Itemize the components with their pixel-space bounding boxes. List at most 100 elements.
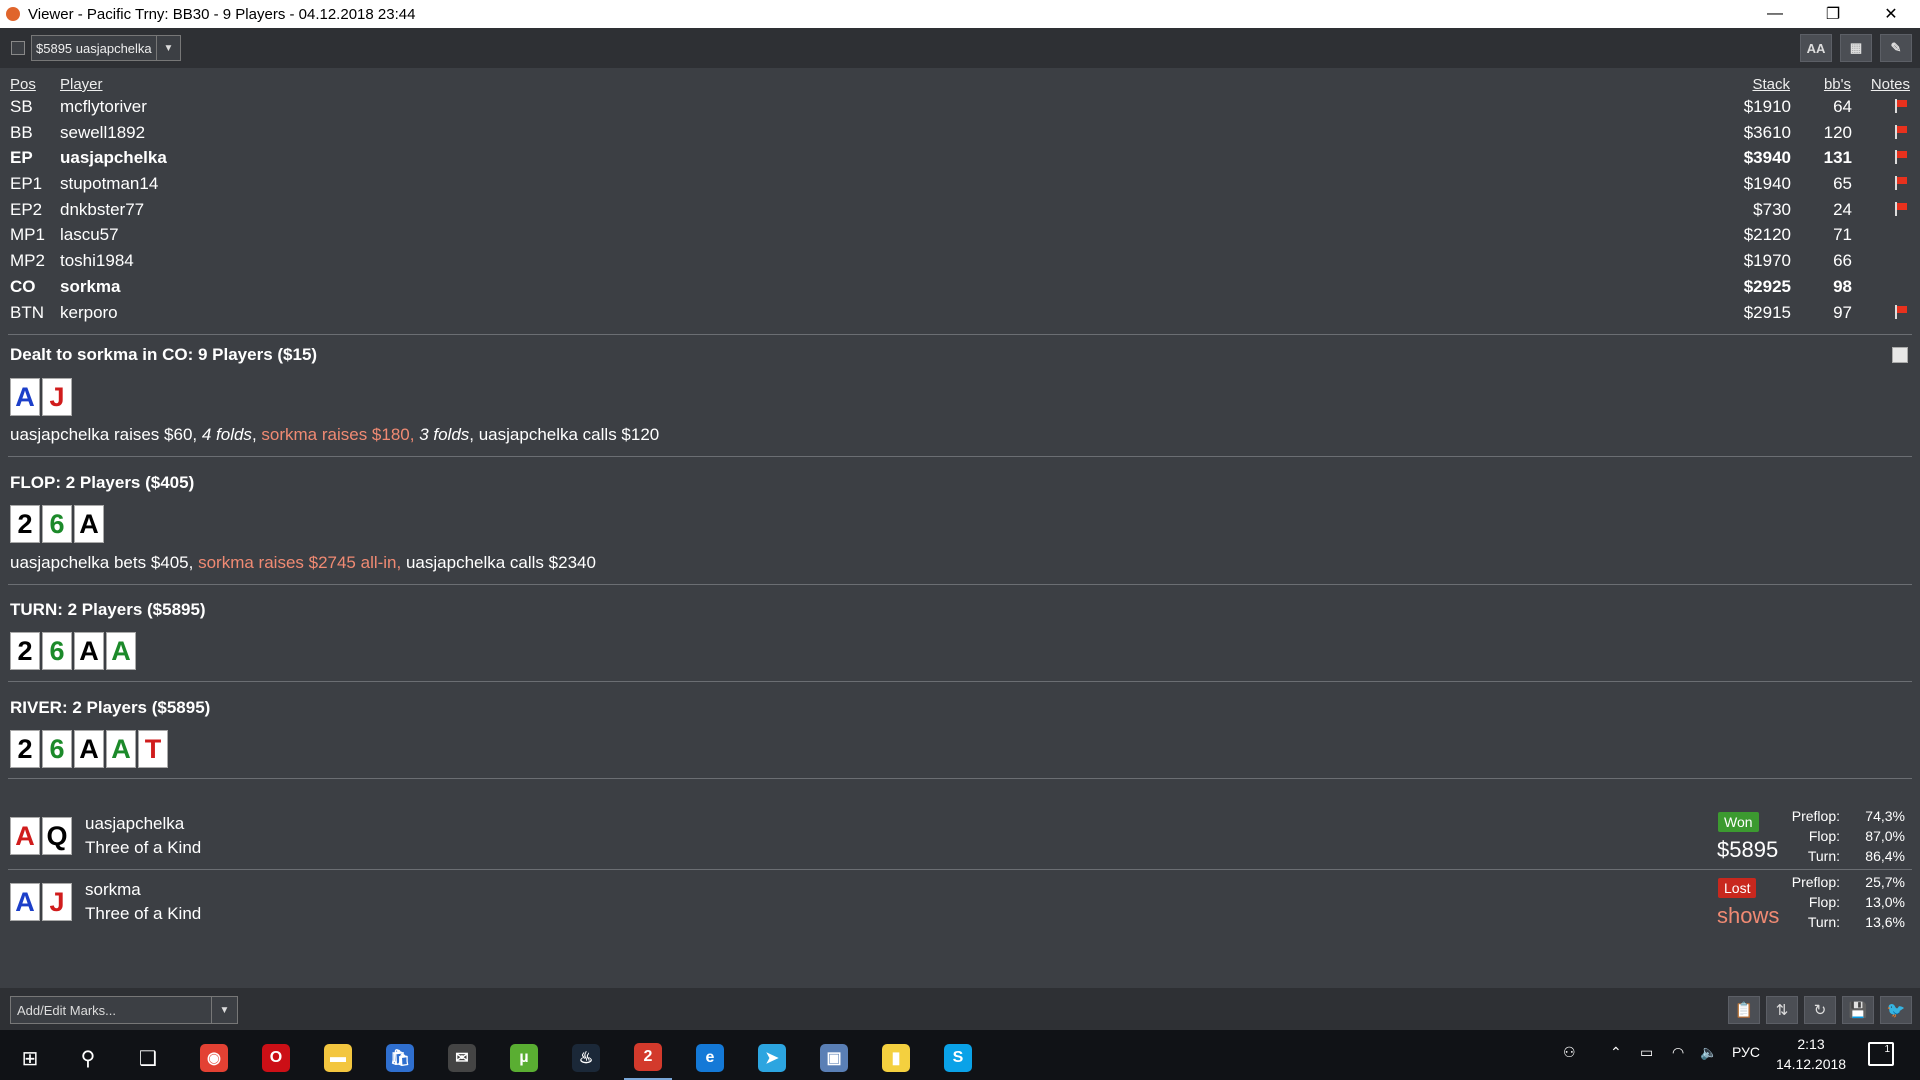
maximize-button[interactable]: ❐ xyxy=(1804,0,1862,28)
grid-view-button[interactable]: ▦ xyxy=(1840,34,1872,62)
player-stack: $2120 xyxy=(1743,225,1791,245)
player-name[interactable]: stupotman14 xyxy=(60,174,158,194)
showdown-player-name[interactable]: uasjapchelka xyxy=(85,814,184,834)
taskbar: ⊞ ⚲ ❑ ◉ O ▬ 🛍 ✉ µ ♨ 2 e ➤ ▣ ▮ S ⚇ ⌃ ▭ ◠ 🔈 РУС 2:13 1… xyxy=(0,1030,1920,1080)
header-stack[interactable]: Stack xyxy=(1752,76,1790,93)
notes-icon[interactable]: ▮ xyxy=(872,1036,920,1080)
chevron-down-icon[interactable]: ▼ xyxy=(156,36,180,60)
holdem-manager-icon[interactable]: 2 xyxy=(624,1036,672,1080)
player-row[interactable]: BB sewell1892 $3610 120 xyxy=(0,120,1920,146)
search-icon[interactable]: ⚲ xyxy=(64,1036,112,1080)
player-name[interactable]: mcflytoriver xyxy=(60,97,147,117)
save-button[interactable]: 💾 xyxy=(1842,996,1874,1024)
player-stack: $2915 xyxy=(1743,302,1791,322)
task-view-icon[interactable]: ❑ xyxy=(124,1036,172,1080)
telegram-icon[interactable]: ➤ xyxy=(748,1036,796,1080)
playing-card: 6 xyxy=(42,632,72,670)
player-row[interactable]: EP uasjapchelka $3940 131 xyxy=(0,145,1920,171)
flop-actions: uasjapchelka bets $405, sorkma raises $2… xyxy=(10,553,596,573)
player-name[interactable]: dnkbster77 xyxy=(60,200,144,220)
note-flag-icon[interactable] xyxy=(1894,304,1908,319)
turn-cards: 26AA xyxy=(10,632,136,670)
header-player[interactable]: Player xyxy=(60,76,103,93)
note-flag-icon[interactable] xyxy=(1894,150,1908,165)
player-row[interactable]: BTN kerporo $2915 97 xyxy=(0,300,1920,326)
player-name[interactable]: sorkma xyxy=(60,277,120,297)
start-icon[interactable]: ⊞ xyxy=(6,1036,54,1080)
select-hand-checkbox[interactable] xyxy=(11,41,25,55)
playing-card: 6 xyxy=(42,730,72,768)
store-icon[interactable]: 🛍 xyxy=(376,1036,424,1080)
battery-icon[interactable]: ▭ xyxy=(1640,1044,1653,1061)
player-row[interactable]: EP2 dnkbster77 $730 24 xyxy=(0,197,1920,223)
result-badge: Won xyxy=(1718,812,1759,832)
player-row[interactable]: EP1 stupotman14 $1940 65 xyxy=(0,171,1920,197)
player-name[interactable]: kerporo xyxy=(60,303,118,323)
showdown-player-name[interactable]: sorkma xyxy=(85,880,141,900)
opera-icon[interactable]: O xyxy=(252,1036,300,1080)
result-badge: Lost xyxy=(1718,878,1757,898)
note-flag-icon[interactable] xyxy=(1894,176,1908,191)
equity-value: 25,7% xyxy=(1865,874,1905,890)
clock[interactable]: 2:13 14.12.2018 xyxy=(1776,1034,1846,1074)
player-row[interactable]: CO sorkma $2925 98 xyxy=(0,274,1920,300)
edit-pencil-button[interactable]: ✎ xyxy=(1880,34,1912,62)
minimize-button[interactable]: — xyxy=(1746,0,1804,28)
chrome-icon-glyph: ◉ xyxy=(200,1044,228,1072)
player-row[interactable]: SB mcflytoriver $1910 64 xyxy=(0,94,1920,120)
chrome-icon[interactable]: ◉ xyxy=(190,1036,238,1080)
toolbar: $5895 uasjapchelka ▼ AA ▦ ✎ xyxy=(0,28,1920,68)
clipboard-button[interactable]: 📋 xyxy=(1728,996,1760,1024)
font-size-button[interactable]: AA xyxy=(1800,34,1832,62)
edge-icon[interactable]: e xyxy=(686,1036,734,1080)
clock-date: 14.12.2018 xyxy=(1776,1056,1847,1072)
skype-icon[interactable]: S xyxy=(934,1036,982,1080)
wifi-icon[interactable]: ◠ xyxy=(1672,1044,1684,1061)
utorrent-icon[interactable]: µ xyxy=(500,1036,548,1080)
header-pos[interactable]: Pos xyxy=(10,76,36,93)
note-flag-icon[interactable] xyxy=(1894,124,1908,139)
steam-icon[interactable]: ♨ xyxy=(562,1036,610,1080)
notifications-icon[interactable]: 1 xyxy=(1868,1042,1894,1066)
player-name[interactable]: toshi1984 xyxy=(60,251,134,271)
divider xyxy=(8,456,1912,457)
header-notes[interactable]: Notes xyxy=(1871,76,1910,93)
header-bbs[interactable]: bb's xyxy=(1824,76,1851,93)
mail-icon[interactable]: ✉ xyxy=(438,1036,486,1080)
hand-selector[interactable]: $5895 uasjapchelka ▼ xyxy=(31,35,181,61)
player-name[interactable]: lascu57 xyxy=(60,225,119,245)
opera-icon-glyph: O xyxy=(262,1044,290,1072)
chevron-up-icon[interactable]: ⌃ xyxy=(1610,1044,1622,1061)
people-icon[interactable]: ⚇ xyxy=(1563,1044,1576,1061)
player-bbs: 98 xyxy=(1833,276,1852,296)
player-stack: $730 xyxy=(1753,199,1791,219)
result-amount: shows xyxy=(1717,903,1780,928)
photos-icon[interactable]: ▣ xyxy=(810,1036,858,1080)
player-name[interactable]: sewell1892 xyxy=(60,123,145,143)
player-row[interactable]: MP2 toshi1984 $1970 66 xyxy=(0,248,1920,274)
player-bbs: 120 xyxy=(1823,122,1852,142)
share-button[interactable]: 🐦 xyxy=(1880,996,1912,1024)
explorer-icon[interactable]: ▬ xyxy=(314,1036,362,1080)
playing-card: A xyxy=(74,632,104,670)
note-icon[interactable] xyxy=(1892,347,1908,363)
language-indicator[interactable]: РУС xyxy=(1732,1044,1760,1060)
clock-time: 2:13 xyxy=(1797,1036,1825,1052)
note-flag-icon[interactable] xyxy=(1894,99,1908,113)
volume-icon[interactable]: 🔈 xyxy=(1700,1044,1717,1061)
action-text: uasjapchelka raises $60, xyxy=(10,425,202,444)
player-row[interactable]: MP1 lascu57 $2120 71 xyxy=(0,222,1920,248)
playing-card: 2 xyxy=(10,505,40,543)
equity-value: 13,6% xyxy=(1865,914,1905,930)
marks-selector[interactable]: Add/Edit Marks... ▼ xyxy=(10,996,238,1024)
close-button[interactable]: ✕ xyxy=(1862,0,1920,28)
note-flag-icon[interactable] xyxy=(1894,201,1908,216)
player-stack: $1940 xyxy=(1743,174,1791,194)
refresh-button[interactable]: ↻ xyxy=(1804,996,1836,1024)
hero-action: sorkma raises $180, xyxy=(261,425,420,444)
playing-card: 2 xyxy=(10,632,40,670)
window-titlebar: Viewer - Pacific Trny: BB30 - 9 Players … xyxy=(0,0,1920,28)
player-name[interactable]: uasjapchelka xyxy=(60,148,167,168)
sort-button[interactable]: ⇅ xyxy=(1766,996,1798,1024)
chevron-down-icon[interactable]: ▼ xyxy=(211,997,237,1023)
